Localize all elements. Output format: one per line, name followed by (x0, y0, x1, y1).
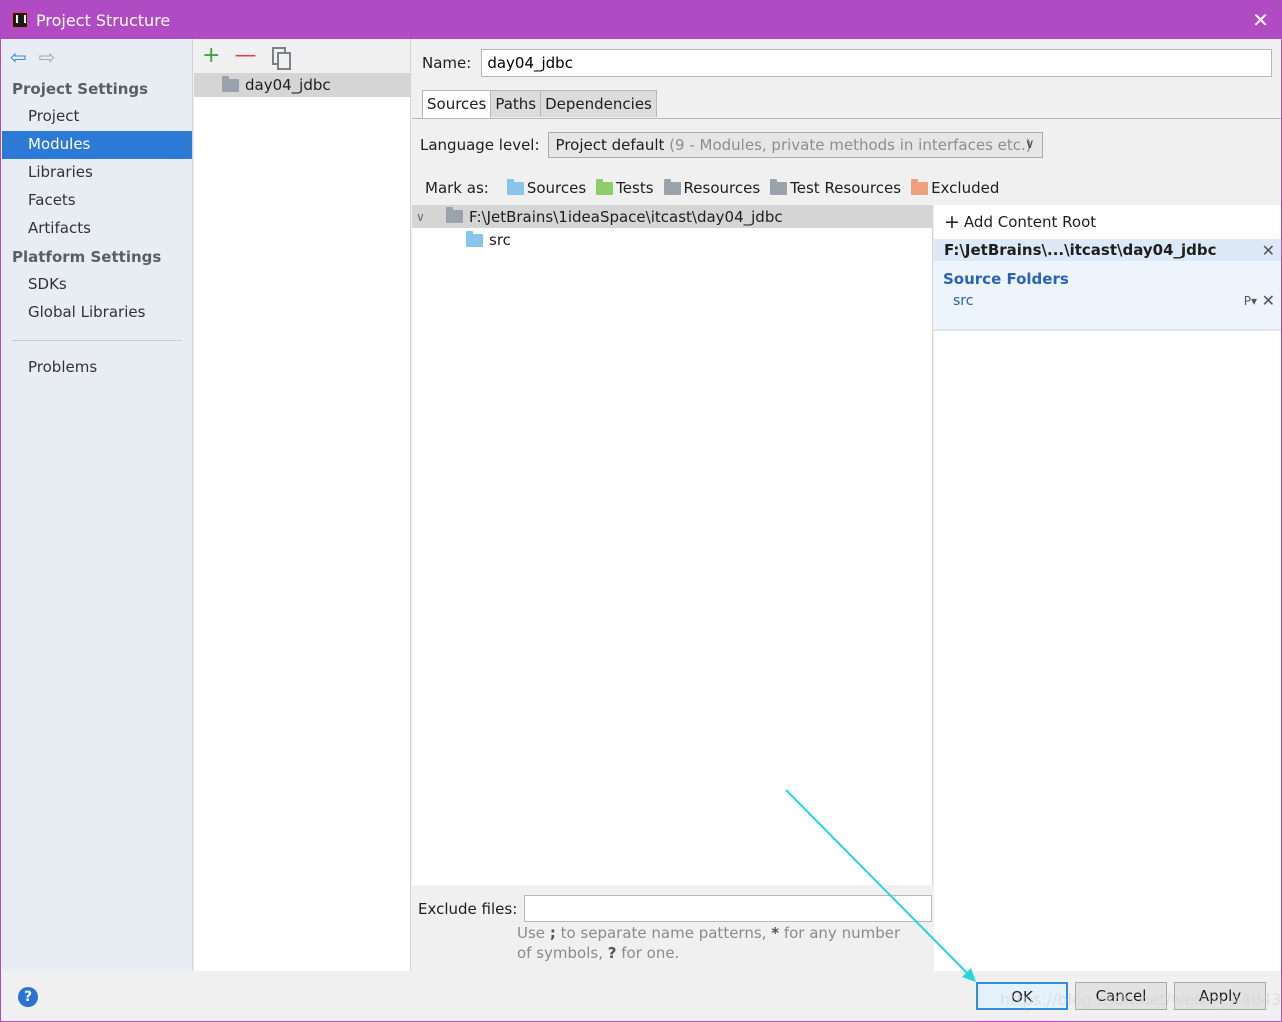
close-icon[interactable]: ✕ (1252, 10, 1269, 30)
language-level-row: Language level: Project default (9 - Mod… (420, 132, 1043, 158)
intellij-app-icon (12, 12, 28, 28)
name-label: Name: (422, 54, 472, 72)
module-settings: Name: Sources Paths Dependencies Languag… (412, 39, 1281, 972)
remove-root-icon[interactable]: ✕ (1262, 241, 1275, 260)
tree-root-path: F:\JetBrains\1ideaSpace\itcast\day04_jdb… (469, 207, 783, 226)
mark-excluded-button[interactable]: Excluded (911, 178, 999, 197)
exclude-files-hint: Use ; to separate name patterns, * for a… (517, 924, 901, 962)
module-name-input[interactable] (481, 49, 1273, 77)
forward-arrow-icon[interactable]: ⇨ (39, 47, 56, 67)
content-root-body: Source Folders src P▾ ✕ (934, 261, 1281, 331)
settings-sidebar: ⇦ ⇨ Project Settings Project Modules Lib… (2, 39, 193, 971)
add-module-icon[interactable]: + (202, 45, 220, 67)
mark-sources-button[interactable]: Sources (506, 178, 586, 197)
add-content-root-button[interactable]: + Add Content Root (934, 205, 1281, 239)
sidebar-item-sdks[interactable]: SDKs (2, 271, 192, 299)
nav-arrows: ⇦ ⇨ (2, 39, 192, 75)
group-platform-settings: Platform Settings (12, 248, 162, 266)
source-folder-row: src P▾ ✕ (934, 290, 1281, 312)
tab-sources[interactable]: Sources (422, 90, 492, 118)
test-resources-folder-icon (770, 178, 788, 195)
content-roots-panel: + Add Content Root F:\JetBrains\...\itca… (934, 205, 1281, 972)
src-folder-icon (466, 230, 483, 247)
sources-tab-content: Language level: Project default (9 - Mod… (412, 118, 1281, 972)
plus-icon: + (944, 211, 960, 233)
copy-module-icon[interactable] (272, 47, 292, 70)
mark-test-resources-button[interactable]: Test Resources (770, 178, 901, 197)
tree-row-root[interactable]: ∨ F:\JetBrains\1ideaSpace\itcast\day04_j… (412, 205, 932, 228)
name-row: Name: (422, 49, 1273, 77)
exclude-files-input[interactable] (524, 895, 933, 922)
tab-paths[interactable]: Paths (490, 90, 542, 117)
tests-folder-icon (596, 178, 614, 195)
sidebar-item-libraries[interactable]: Libraries (2, 159, 192, 187)
sidebar-item-facets[interactable]: Facets (2, 187, 192, 215)
module-folder-icon (222, 75, 239, 92)
group-project-settings: Project Settings (12, 80, 149, 98)
content-root-path: F:\JetBrains\...\itcast\day04_jdbc (944, 241, 1217, 259)
source-folder-label: src (953, 293, 974, 309)
chevron-down-icon: ∨ (1025, 137, 1035, 152)
add-content-root-label: Add Content Root (963, 213, 1097, 231)
language-level-label: Language level: (420, 136, 540, 154)
module-toolbar: + — (194, 39, 410, 73)
module-list-item[interactable]: day04_jdbc (194, 73, 410, 97)
source-folders-title: Source Folders (943, 270, 1069, 288)
remove-module-icon[interactable]: — (234, 45, 256, 67)
sidebar-divider (12, 340, 182, 341)
module-tabs: Sources Paths Dependencies (422, 90, 657, 118)
sidebar-item-global-libraries[interactable]: Global Libraries (2, 299, 192, 327)
project-structure-dialog: Project Structure ✕ ⇦ ⇨ Project Settings… (0, 0, 1282, 1022)
excluded-folder-icon (911, 178, 929, 195)
mark-resources-button[interactable]: Resources (663, 178, 760, 197)
language-level-select[interactable]: Project default (9 - Modules, private me… (547, 132, 1043, 158)
module-list-panel: + — day04_jdbc (194, 39, 411, 971)
remove-source-folder-icon[interactable]: ✕ (1262, 290, 1275, 312)
sidebar-item-project[interactable]: Project (2, 103, 192, 131)
mark-tests-button[interactable]: Tests (596, 178, 654, 197)
package-prefix-icon[interactable]: P▾ (1244, 290, 1257, 312)
back-arrow-icon[interactable]: ⇦ (10, 47, 27, 67)
sidebar-item-artifacts[interactable]: Artifacts (2, 215, 192, 243)
help-icon[interactable]: ? (18, 987, 38, 1007)
exclude-files-row: Exclude files: (418, 895, 933, 922)
tree-child-label: src (489, 231, 511, 249)
content-root-header: F:\JetBrains\...\itcast\day04_jdbc ✕ (934, 239, 1281, 261)
language-level-hint: (9 - Modules, private methods in interfa… (669, 136, 1032, 154)
root-folder-icon (446, 207, 463, 223)
mark-as-row: Mark as: Sources Tests Resources Test Re… (425, 178, 1009, 197)
content-tree: ∨ F:\JetBrains\1ideaSpace\itcast\day04_j… (412, 205, 933, 885)
module-name: day04_jdbc (245, 76, 331, 94)
resources-folder-icon (663, 178, 681, 195)
exclude-files-area: Exclude files: Use ; to separate name pa… (412, 885, 933, 972)
watermark-text: https://blog.csdn.net/weixin_44043135 (1000, 990, 1282, 1009)
tree-row-src[interactable]: src (412, 228, 932, 252)
sidebar-item-problems[interactable]: Problems (2, 354, 192, 382)
tab-dependencies[interactable]: Dependencies (540, 90, 657, 117)
sources-folder-icon (506, 178, 524, 195)
window-title: Project Structure (36, 10, 171, 30)
mark-as-label: Mark as: (425, 179, 489, 197)
exclude-files-label: Exclude files: (418, 899, 518, 918)
language-level-value: Project default (555, 136, 665, 154)
title-bar: Project Structure ✕ (1, 1, 1281, 39)
sidebar-item-modules[interactable]: Modules (2, 131, 192, 159)
expand-chevron-icon[interactable]: ∨ (416, 210, 430, 224)
